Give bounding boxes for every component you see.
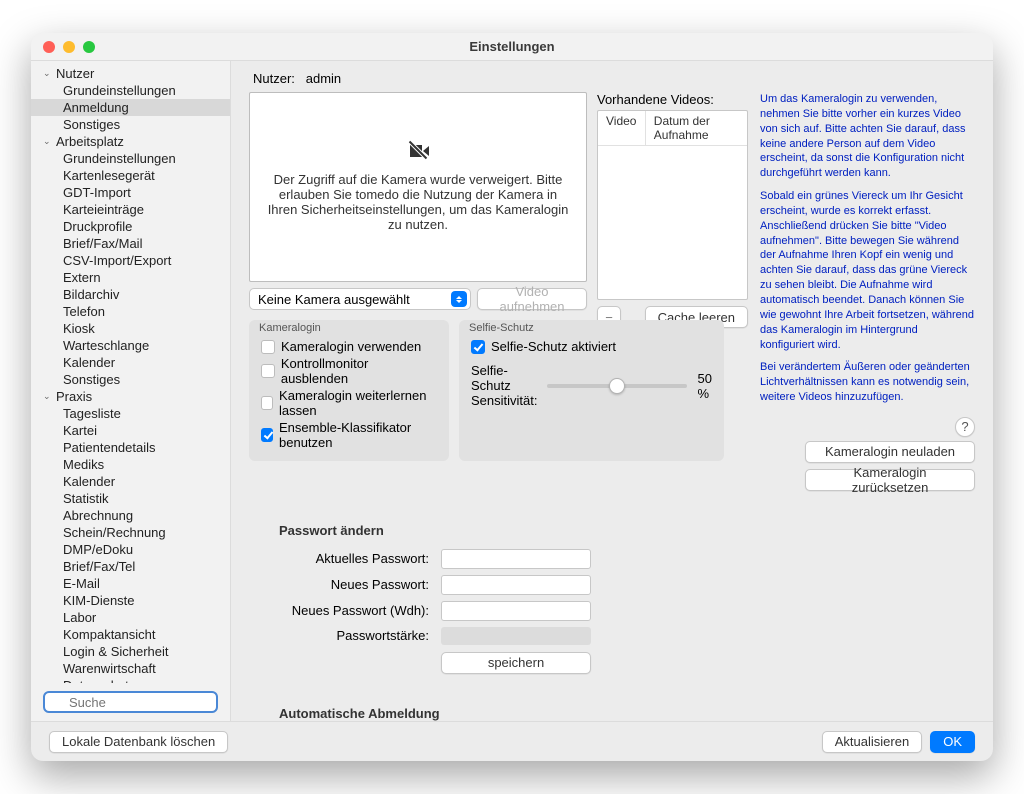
videos-table: Video Datum der Aufnahme [597,110,748,300]
lbl-strength: Passwortstärke: [249,628,429,643]
tree-item[interactable]: Labor [31,609,230,626]
help-button[interactable]: ? [955,417,975,437]
tree-item[interactable]: Bildarchiv [31,286,230,303]
videos-heading: Vorhandene Videos: [597,92,748,107]
tree-item[interactable]: Kalender [31,354,230,371]
chk-hide[interactable] [261,364,275,378]
chevron-updown-icon [451,291,467,307]
chk-ensemble-label: Ensemble-Klassifikator benutzen [279,420,437,450]
chevron-down-icon: ⌄ [43,391,53,402]
tree-item[interactable]: Kiosk [31,320,230,337]
tree-item[interactable]: CSV-Import/Export [31,252,230,269]
tree-item[interactable]: Anmeldung [31,99,230,116]
pw-strength-meter [441,627,591,645]
tree-item[interactable]: KIM-Dienste [31,592,230,609]
nav-tree: ⌄NutzerGrundeinstellungenAnmeldungSonsti… [31,65,230,683]
tree-item[interactable]: DMP/eDoku [31,541,230,558]
selfie-sens-slider[interactable] [547,384,687,388]
tree-item[interactable]: Statistik [31,490,230,507]
chk-selfie[interactable] [471,340,485,354]
lbl-current-pw: Aktuelles Passwort: [249,551,429,566]
tree-item[interactable]: Kalender [31,473,230,490]
tree-item[interactable]: Karteieinträge [31,201,230,218]
tree-group[interactable]: ⌄Arbeitsplatz [31,133,230,150]
tree-group-label: Praxis [56,389,92,404]
content: Nutzer: admin Der Zugriff auf die Kamera… [231,61,993,721]
repeat-pw-input[interactable] [441,601,591,621]
camera-select[interactable]: Keine Kamera ausgewählt [249,288,471,310]
chk-learn-label: Kameralogin weiterlernen lassen [279,388,437,418]
tree-group-label: Nutzer [56,66,94,81]
camera-denied-msg: Der Zugriff auf die Kamera wurde verweig… [266,172,570,232]
selfie-sens-value: 50 % [697,371,711,401]
help-p2: Sobald ein grünes Viereck um Ihr Gesicht… [760,189,975,352]
chk-use[interactable] [261,340,275,354]
refresh-button[interactable]: Aktualisieren [822,731,922,753]
ok-button[interactable]: OK [930,731,975,753]
tree-item[interactable]: Warteschlange [31,337,230,354]
tree-item[interactable]: E-Mail [31,575,230,592]
lbl-repeat-pw: Neues Passwort (Wdh): [249,603,429,618]
selfie-sens-label: Selfie-Schutz Sensitivität: [471,363,537,408]
tree-group-label: Arbeitsplatz [56,134,124,149]
tree-item[interactable]: Grundeinstellungen [31,82,230,99]
footer: Lokale Datenbank löschen Aktualisieren O… [31,721,993,761]
tree-item[interactable]: Kartenlesegerät [31,167,230,184]
tree-item[interactable]: Kompaktansicht [31,626,230,643]
selfie-title: Selfie-Schutz [469,322,534,334]
chevron-down-icon: ⌄ [43,136,53,147]
tree-item[interactable]: Abrechnung [31,507,230,524]
autolock-section-title: Automatische Abmeldung [279,706,975,721]
tree-item[interactable]: Brief/Fax/Mail [31,235,230,252]
tree-item[interactable]: Extern [31,269,230,286]
reset-kameralogin-button[interactable]: Kameralogin zurücksetzen [805,469,975,491]
new-pw-input[interactable] [441,575,591,595]
col-video[interactable]: Video [598,111,646,145]
tree-item[interactable]: Warenwirtschaft [31,660,230,677]
kameralogin-title: Kameralogin [259,322,321,334]
tree-item[interactable]: Patientendetails [31,439,230,456]
delete-local-db-button[interactable]: Lokale Datenbank löschen [49,731,228,753]
window-title: Einstellungen [31,39,993,54]
search-input[interactable] [43,691,218,713]
help-text: Um das Kameralogin zu verwenden, nehmen … [760,92,975,413]
camera-preview: Der Zugriff auf die Kamera wurde verweig… [249,92,587,282]
tree-item[interactable]: Kartei [31,422,230,439]
tree-group[interactable]: ⌄Nutzer [31,65,230,82]
user-value: admin [306,71,341,86]
password-section-title: Passwort ändern [279,523,975,538]
tree-item[interactable]: Tagesliste [31,405,230,422]
chk-ensemble[interactable] [261,428,273,442]
tree-item[interactable]: Telefon [31,303,230,320]
titlebar: Einstellungen [31,33,993,61]
user-label: Nutzer: [253,71,295,86]
current-pw-input[interactable] [441,549,591,569]
tree-item[interactable]: GDT-Import [31,184,230,201]
tree-item[interactable]: Grundeinstellungen [31,150,230,167]
camera-off-icon [407,142,429,160]
chk-hide-label: Kontrollmonitor ausblenden [281,356,437,386]
tree-item[interactable]: Schein/Rechnung [31,524,230,541]
chk-use-label: Kameralogin verwenden [281,339,421,354]
chevron-down-icon: ⌄ [43,68,53,79]
tree-item[interactable]: Sonstiges [31,371,230,388]
help-p3: Bei verändertem Äußeren oder geänderten … [760,360,975,405]
user-line: Nutzer: admin [253,71,975,86]
tree-group[interactable]: ⌄Praxis [31,388,230,405]
tree-item[interactable]: Login & Sicherheit [31,643,230,660]
col-date[interactable]: Datum der Aufnahme [646,111,747,145]
camera-select-label: Keine Kamera ausgewählt [258,292,410,307]
record-video-button[interactable]: Video aufnehmen [477,288,587,310]
tree-item[interactable]: Brief/Fax/Tel [31,558,230,575]
chk-selfie-label: Selfie-Schutz aktiviert [491,339,616,354]
help-p1: Um das Kameralogin zu verwenden, nehmen … [760,92,975,181]
save-pw-button[interactable]: speichern [441,652,591,674]
sidebar: ⌄NutzerGrundeinstellungenAnmeldungSonsti… [31,61,231,721]
lbl-new-pw: Neues Passwort: [249,577,429,592]
tree-item[interactable]: Sonstiges [31,116,230,133]
tree-item[interactable]: Mediks [31,456,230,473]
chk-learn[interactable] [261,396,273,410]
reload-kameralogin-button[interactable]: Kameralogin neuladen [805,441,975,463]
tree-item[interactable]: Druckprofile [31,218,230,235]
